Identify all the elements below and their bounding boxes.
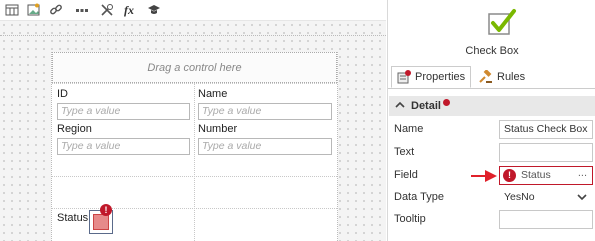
tab-rules-label: Rules [497,71,526,83]
name-property-input[interactable]: Status Check Box [499,120,593,139]
properties-icon [397,70,411,84]
link-icon[interactable] [49,3,63,17]
drag-control-drop-zone[interactable]: Drag a control here [52,52,337,83]
column-divider [194,83,195,241]
id-label: ID [57,88,68,100]
field-property-picker[interactable]: ! Status ... [499,166,593,185]
property-row-field: Field ! Status ... [388,165,595,187]
name-label: Name [198,88,228,100]
name-input[interactable]: Type a value [198,103,332,120]
number-input[interactable]: Type a value [198,138,332,155]
chevron-down-icon[interactable] [577,191,587,206]
control-type-name: Check Box [465,45,519,57]
section-error-badge [442,98,450,106]
region-label: Region [57,123,92,135]
region-input[interactable]: Type a value [57,138,190,155]
table-icon[interactable] [5,3,19,17]
property-label: Name [394,123,424,135]
property-row-text: Text [388,142,595,164]
checkbox-control-icon [486,6,518,38]
data-type-select[interactable]: YesNo [499,188,593,207]
ellipsis-button[interactable]: ... [578,167,587,179]
rule-icon[interactable] [100,3,114,17]
data-type-value: YesNo [504,191,535,203]
property-label: Tooltip [394,213,426,225]
error-badge: ! [100,204,112,216]
text-property-input[interactable] [499,143,593,162]
canvas-header-strip [0,21,386,36]
row-divider [52,208,337,209]
panel-tabs: Properties Rules [388,66,595,89]
graduation-cap-icon[interactable] [147,3,161,17]
checkbox-square[interactable] [93,214,109,230]
chevron-up-icon[interactable] [395,100,407,113]
field-value: Status [521,169,551,181]
status-label: Status [57,212,89,224]
id-input[interactable]: Type a value [57,103,190,120]
tab-rules[interactable]: Rules [474,66,528,88]
properties-panel: Check Box Properties Rules Detail Name S… [387,0,595,241]
row-divider [52,176,337,177]
property-row-tooltip: Tooltip [388,209,595,231]
section-title: Detail [411,100,441,112]
designer-toolbar: fx [0,0,386,21]
expression-icon[interactable]: fx [124,3,140,17]
number-label: Number [198,123,238,135]
gavel-icon [479,69,493,84]
arrow-right-icon [471,170,497,182]
property-row-name: Name Status Check Box [388,119,595,141]
property-label: Field [394,169,418,181]
property-label: Data Type [394,191,444,203]
error-icon: ! [503,169,516,182]
detail-section-header[interactable]: Detail [389,96,595,116]
property-label: Text [394,146,415,158]
tab-properties-label: Properties [415,71,466,83]
image-icon[interactable] [27,3,41,17]
more-icon[interactable] [75,3,89,17]
tab-properties[interactable]: Properties [391,66,471,88]
tooltip-property-input[interactable] [499,210,593,229]
property-row-data-type: Data Type YesNo [388,187,595,209]
